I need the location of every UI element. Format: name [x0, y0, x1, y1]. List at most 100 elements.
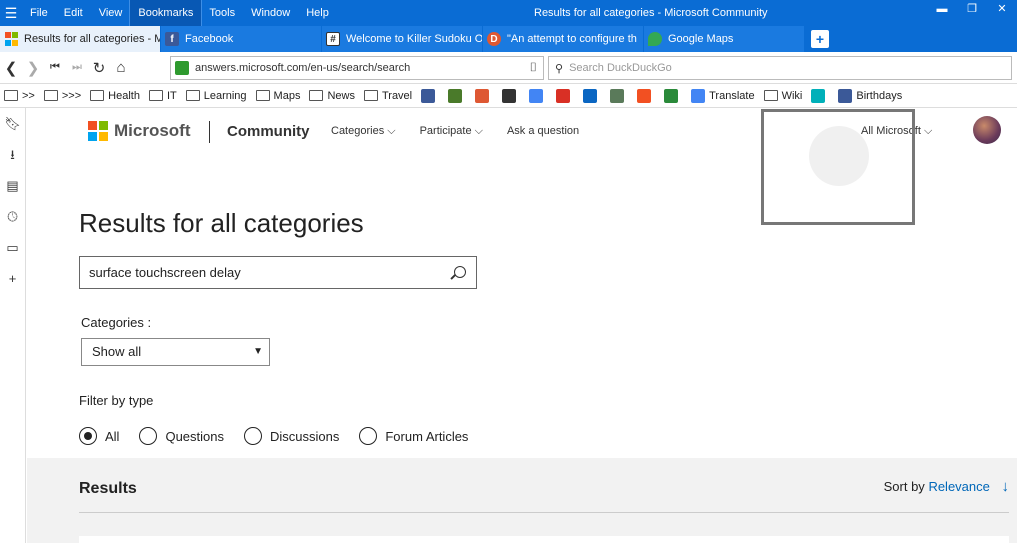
bookmark-item[interactable] — [610, 88, 628, 103]
facebook-icon — [421, 88, 436, 103]
bookmark-page-icon[interactable]: ⌷ — [530, 60, 537, 75]
bookmark-item[interactable]: Health — [90, 90, 140, 102]
arrow-down-icon[interactable]: ↓ — [1002, 478, 1010, 495]
bookmark-label: Birthdays — [856, 89, 903, 102]
rewind-icon[interactable]: ⏮ — [44, 61, 66, 74]
fast-forward-icon[interactable]: ⏭ — [66, 61, 88, 74]
bookmark-label: Maps — [273, 89, 301, 102]
search-input[interactable]: surface touchscreen delay — [79, 256, 477, 289]
page-content: Microsoft Community Categories ⌵ Partici… — [27, 108, 1017, 546]
forward-icon[interactable]: ❯ — [22, 59, 44, 77]
bookmark-item[interactable]: Learning — [185, 90, 247, 102]
categories-select[interactable]: Show all ▼ — [81, 338, 270, 366]
window-icon[interactable]: ▭ — [0, 232, 25, 263]
history-icon[interactable]: 🕓︎ — [0, 201, 25, 232]
bookmark-item[interactable] — [421, 88, 439, 103]
bookmark-item[interactable]: Wiki — [763, 89, 803, 102]
tab-duckduckgo[interactable]: D "An attempt to configure th — [483, 26, 644, 52]
tab-google-maps[interactable]: Google Maps — [644, 26, 805, 52]
download-icon[interactable]: ⭳ — [0, 139, 25, 170]
translate-icon — [691, 88, 706, 103]
address-bar[interactable]: answers.microsoft.com/en-us/search/searc… — [170, 56, 544, 80]
nav-ask-question[interactable]: Ask a question — [507, 125, 579, 138]
microsoft-logo[interactable]: Microsoft — [88, 121, 191, 141]
bookmark-item[interactable]: Travel — [363, 90, 412, 102]
bookmark-item[interactable]: >> — [4, 90, 35, 102]
folder-icon — [309, 90, 324, 101]
home-icon[interactable]: ⌂ — [110, 59, 132, 76]
close-icon[interactable]: ✕ — [987, 0, 1017, 18]
tab-killer-sudoku[interactable]: # Welcome to Killer Sudoku O — [322, 26, 483, 52]
search-engine-icon[interactable]: ⚲ — [555, 62, 563, 75]
folder-icon — [148, 90, 163, 101]
select-value: Show all — [92, 344, 142, 359]
sort-value[interactable]: Relevance — [928, 479, 989, 494]
bookmark-icon[interactable]: 🔖︎ — [0, 108, 25, 139]
radio-all[interactable]: All — [79, 427, 119, 445]
bookmark-item[interactable]: >>> — [43, 90, 81, 102]
bookmark-item[interactable] — [448, 88, 466, 103]
menu-edit[interactable]: Edit — [56, 0, 91, 26]
bookmark-item[interactable] — [475, 88, 493, 103]
bookmark-item[interactable] — [529, 88, 547, 103]
nav-categories[interactable]: Categories ⌵ — [331, 125, 396, 138]
gmail-icon — [556, 88, 571, 103]
add-icon[interactable]: + — [0, 263, 25, 294]
radio-discussions[interactable]: Discussions — [244, 427, 339, 445]
radio-forum-articles[interactable]: Forum Articles — [359, 427, 468, 445]
bookmark-item[interactable] — [556, 88, 574, 103]
bookmark-item[interactable] — [664, 88, 682, 103]
bookmark-item[interactable] — [583, 88, 601, 103]
bookmark-label: Wiki — [781, 89, 803, 102]
bookmark-item[interactable]: News — [309, 90, 355, 102]
maximize-icon[interactable]: ❐ — [957, 0, 987, 18]
menu-view[interactable]: View — [91, 0, 131, 26]
bookmark-item[interactable]: Birthdays — [838, 88, 903, 103]
tab-label: Facebook — [185, 33, 234, 45]
search-icon[interactable] — [454, 266, 466, 278]
tab-results[interactable]: Results for all categories - M — [0, 26, 161, 52]
results-section: Results Sort by Relevance ↓ — [27, 458, 1017, 546]
bookmark-item[interactable] — [811, 88, 829, 103]
radio-label: All — [105, 428, 120, 444]
url-text: answers.microsoft.com/en-us/search/searc… — [195, 62, 411, 74]
notes-icon[interactable]: ▤ — [0, 170, 25, 201]
facebook-icon: f — [165, 32, 179, 46]
search-placeholder: Search DuckDuckGo — [569, 62, 672, 74]
new-tab-button[interactable]: + — [811, 30, 829, 48]
window-controls: ▬ ❐ ✕ — [927, 0, 1017, 18]
reload-icon[interactable]: ↻ — [88, 59, 110, 77]
bookmark-label: >> — [22, 89, 35, 102]
bookmark-item[interactable] — [502, 88, 520, 103]
chess-icon — [448, 88, 463, 103]
bookmark-item[interactable]: IT — [148, 90, 177, 102]
folder-icon — [763, 90, 778, 101]
back-icon[interactable]: ❮ — [0, 59, 22, 77]
linkedin-icon — [583, 88, 598, 103]
tab-facebook[interactable]: f Facebook — [161, 26, 322, 52]
menu-window[interactable]: Window — [243, 0, 298, 26]
minimize-icon[interactable]: ▬ — [927, 0, 957, 18]
community-link[interactable]: Community — [227, 123, 310, 140]
browser-sidebar: 🔖︎ ⭳ ▤ 🕓︎ ▭ + — [0, 108, 26, 543]
site-nav: Categories ⌵ Participate ⌵ Ask a questio… — [331, 125, 603, 138]
brand-name: Microsoft — [114, 121, 191, 140]
radio-questions[interactable]: Questions — [139, 427, 224, 445]
sort-label: Sort by — [883, 479, 925, 494]
cursor-highlight-overlay — [761, 109, 915, 225]
menu-tools[interactable]: Tools — [201, 0, 243, 26]
menu-file[interactable]: File — [22, 0, 56, 26]
search-bar[interactable]: ⚲ Search DuckDuckGo — [548, 56, 1012, 80]
bookmark-item[interactable]: Translate — [691, 88, 755, 103]
menu-help[interactable]: Help — [298, 0, 337, 26]
sort-control[interactable]: Sort by Relevance ↓ — [884, 478, 1009, 495]
bookmark-item[interactable] — [637, 88, 655, 103]
microsoft-icon — [88, 121, 108, 141]
menu-bookmarks[interactable]: Bookmarks — [129, 0, 203, 27]
avatar[interactable] — [973, 116, 1001, 144]
nav-participate[interactable]: Participate ⌵ — [420, 125, 483, 138]
folder-icon — [43, 90, 58, 101]
bookmark-item[interactable]: Maps — [255, 89, 301, 102]
office-icon — [637, 88, 652, 103]
menu-icon[interactable]: ☰ — [0, 5, 22, 22]
